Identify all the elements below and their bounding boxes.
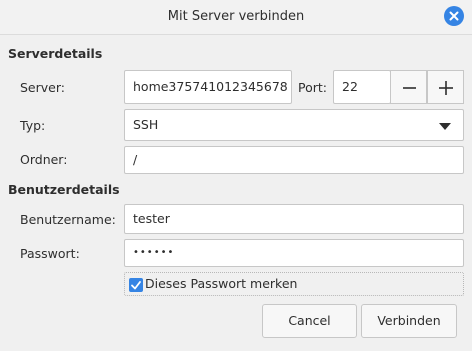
plus-icon — [439, 81, 453, 95]
remember-password-checkbox-row[interactable]: Dieses Passwort merken — [124, 272, 464, 296]
chevron-down-icon — [439, 123, 451, 130]
server-input[interactable]: home375741012345678 — [124, 70, 292, 104]
title-bar: Mit Server verbinden — [0, 0, 472, 35]
section-heading-user: Benutzerdetails — [8, 182, 120, 197]
checkmark-icon — [131, 281, 141, 290]
port-decrement-button[interactable] — [390, 70, 427, 104]
type-dropdown[interactable]: SSH — [124, 109, 464, 141]
username-label: Benutzername: — [20, 212, 116, 227]
type-label: Typ: — [20, 118, 46, 133]
port-input[interactable]: 22 — [333, 70, 391, 104]
password-input-value: •••••• — [133, 247, 175, 258]
remember-password-checkbox[interactable] — [129, 278, 143, 292]
port-input-value: 22 — [342, 79, 358, 94]
remember-password-label: Dieses Passwort merken — [145, 276, 298, 291]
folder-label: Ordner: — [20, 152, 68, 167]
server-input-value: home375741012345678 — [133, 79, 288, 94]
window-title: Mit Server verbinden — [167, 9, 305, 24]
password-label: Passwort: — [20, 246, 80, 261]
username-input[interactable]: tester — [124, 204, 464, 234]
type-dropdown-value: SSH — [133, 117, 159, 132]
port-label: Port: — [298, 80, 327, 95]
server-label: Server: — [20, 80, 65, 95]
folder-input[interactable]: / — [124, 146, 464, 174]
cancel-button[interactable]: Cancel — [262, 304, 357, 338]
port-increment-button[interactable] — [427, 70, 464, 104]
minus-icon — [403, 87, 416, 89]
password-input[interactable]: •••••• — [124, 239, 464, 267]
section-heading-server: Serverdetails — [8, 46, 103, 61]
connect-button[interactable]: Verbinden — [361, 304, 457, 338]
username-input-value: tester — [133, 211, 170, 226]
close-icon[interactable] — [444, 6, 464, 26]
folder-input-value: / — [133, 152, 138, 167]
